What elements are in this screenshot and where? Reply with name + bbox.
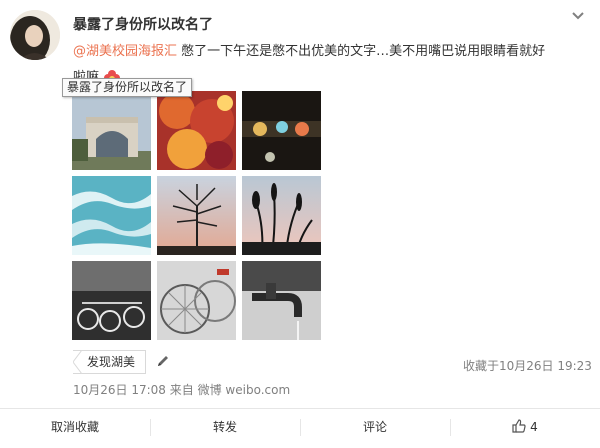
avatar[interactable] bbox=[10, 10, 60, 60]
like-count: 4 bbox=[530, 420, 538, 434]
chevron-down-icon[interactable] bbox=[570, 8, 586, 22]
username-tooltip: 暴露了身份所以改名了 bbox=[62, 78, 193, 97]
thumbs-up-icon bbox=[512, 411, 526, 433]
tree-silhouette-photo[interactable] bbox=[157, 176, 236, 255]
like-button[interactable]: 4 bbox=[450, 409, 600, 446]
unfavorite-label: 取消收藏 bbox=[50, 420, 99, 434]
post-time[interactable]: 10月26日 17:08 bbox=[73, 383, 166, 397]
post-meta: 10月26日 17:08 来自 微博 weibo.com bbox=[73, 381, 290, 398]
repost-button[interactable]: 转发 bbox=[150, 409, 300, 446]
edit-pencil-icon[interactable] bbox=[155, 354, 170, 369]
campus-gate-photo[interactable] bbox=[72, 91, 151, 170]
post-text-line1: 憋了一下午还是憋不出优美的文字…美不用嘴巴说用眼睛看就好 bbox=[177, 44, 546, 59]
topic-tag[interactable]: 发现湖美 bbox=[73, 350, 147, 374]
weibo-post-card: 暴露了身份所以改名了 @湖美校园海报汇 憋了一下午还是憋不出优美的文字…美不用嘴… bbox=[0, 0, 600, 446]
reeds-silhouette-photo[interactable] bbox=[242, 176, 321, 255]
sea-waves-photo[interactable] bbox=[72, 176, 151, 255]
topic-tag-label: 发现湖美 bbox=[87, 355, 136, 369]
collected-time: 收藏于10月26日 19:23 bbox=[463, 359, 592, 373]
window-lights-photo[interactable] bbox=[242, 91, 321, 170]
comment-label: 评论 bbox=[362, 420, 387, 434]
action-bar: 取消收藏 转发 评论 4 bbox=[0, 408, 600, 446]
mention-link[interactable]: @湖美校园海报汇 bbox=[73, 44, 177, 59]
tag-notch-icon bbox=[73, 350, 83, 374]
bicycle-wheels-photo[interactable] bbox=[157, 261, 236, 340]
username[interactable]: 暴露了身份所以改名了 bbox=[73, 14, 213, 34]
comment-button[interactable]: 评论 bbox=[300, 409, 450, 446]
red-leaves-photo[interactable] bbox=[157, 91, 236, 170]
repost-label: 转发 bbox=[212, 420, 237, 434]
source-prefix: 来自 bbox=[169, 383, 194, 397]
post-source[interactable]: 微博 weibo.com bbox=[198, 383, 291, 397]
unfavorite-button[interactable]: 取消收藏 bbox=[0, 409, 150, 446]
bicycles-bw-photo[interactable] bbox=[72, 261, 151, 340]
faucet-bw-photo[interactable] bbox=[242, 261, 321, 340]
